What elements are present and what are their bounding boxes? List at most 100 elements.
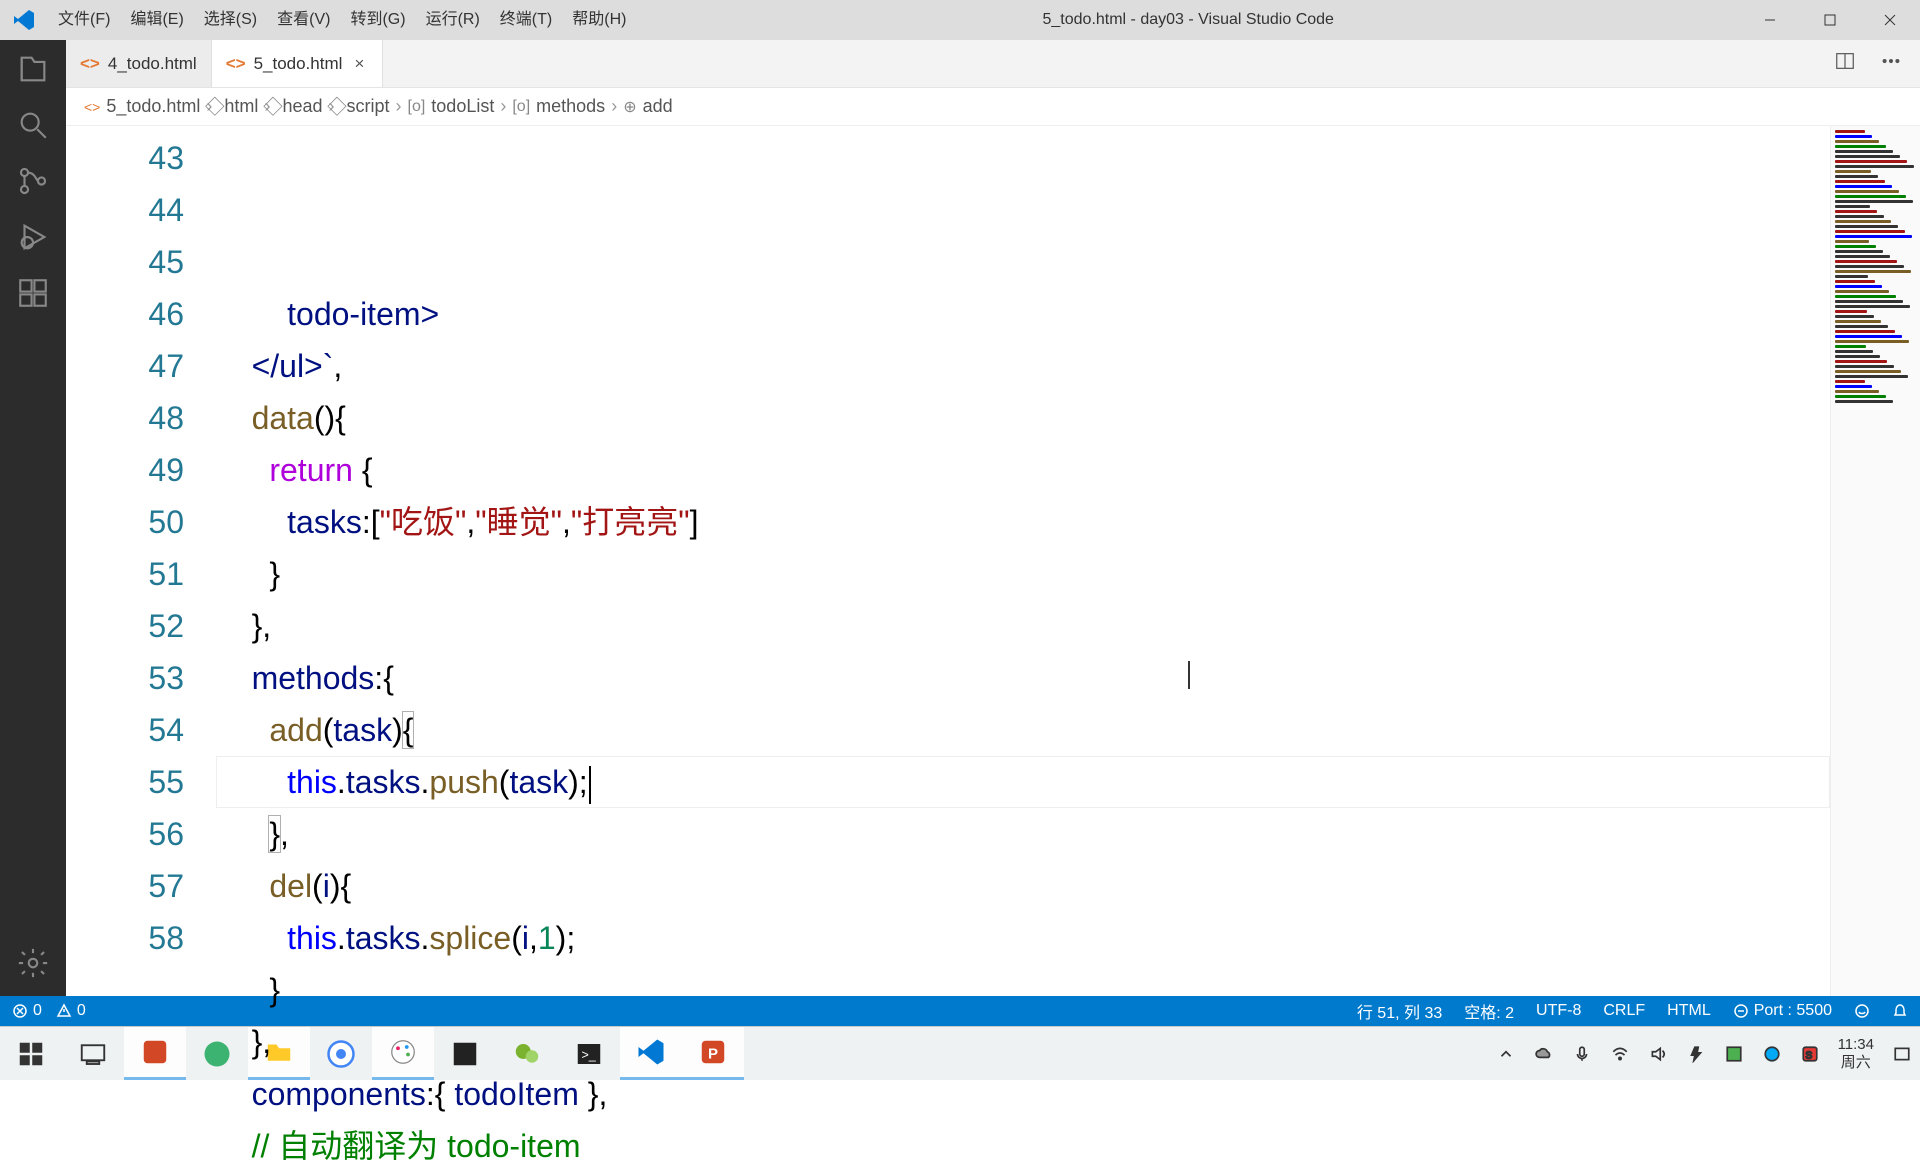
title-bar: 文件(F)编辑(E)选择(S)查看(V)转到(G)运行(R)终端(T)帮助(H)… [0, 0, 1920, 40]
secondary-caret-icon [1188, 661, 1190, 689]
menu-item[interactable]: 运行(R) [416, 0, 490, 40]
errors-value: 0 [33, 1002, 42, 1020]
clock-date: 周六 [1838, 1054, 1874, 1072]
code-line[interactable]: del(i){ [216, 860, 1830, 912]
breadcrumb-item[interactable]: html [224, 96, 258, 117]
menu-item[interactable]: 编辑(E) [120, 0, 193, 40]
start-button[interactable] [0, 1027, 62, 1080]
tray-notifications-icon[interactable] [1892, 1044, 1912, 1064]
chevron-right-icon: › [206, 96, 212, 117]
more-actions-icon[interactable] [1880, 50, 1902, 77]
breadcrumb-item[interactable]: head [282, 96, 322, 117]
minimize-button[interactable] [1740, 0, 1800, 40]
line-number: 46 [66, 288, 184, 340]
code-line[interactable]: return { [216, 444, 1830, 496]
code-line[interactable]: // 自动翻译为 todo-item [216, 1120, 1830, 1172]
code-line[interactable]: data(){ [216, 392, 1830, 444]
chevron-right-icon: › [264, 96, 270, 117]
vscode-logo-icon [0, 8, 48, 32]
line-number: 53 [66, 652, 184, 704]
code-line[interactable]: methods:{ [216, 652, 1830, 704]
html-file-icon: <> [80, 54, 100, 74]
code-line[interactable]: }, [216, 808, 1830, 860]
code-line[interactable]: components:{ todoItem }, [216, 1068, 1830, 1120]
variable-symbol-icon: [o] [408, 98, 426, 116]
errors-count[interactable]: 0 [12, 1002, 42, 1020]
clock-time: 11:34 [1838, 1036, 1874, 1054]
code-line[interactable]: }, [216, 600, 1830, 652]
line-number-gutter: 43444546474849505152535455565758 [66, 126, 216, 996]
code-line[interactable]: }, [216, 1016, 1830, 1068]
close-button[interactable] [1860, 0, 1920, 40]
line-number: 56 [66, 808, 184, 860]
tab-5_todo-html[interactable]: <> 5_todo.html × [212, 40, 384, 87]
menu-item[interactable]: 帮助(H) [562, 0, 636, 40]
code-editor[interactable]: 43444546474849505152535455565758 todo-it… [66, 126, 1920, 996]
code-area[interactable]: todo-item> </ul>`, data(){ return { task… [216, 126, 1830, 996]
chevron-right-icon: › [500, 96, 506, 117]
code-line[interactable]: this.tasks.push(task); [216, 756, 1830, 808]
code-line[interactable]: tasks:["吃饭","睡觉","打亮亮"] [216, 496, 1830, 548]
breadcrumb-item[interactable]: methods [536, 96, 605, 117]
line-number: 45 [66, 236, 184, 288]
code-line[interactable]: } [216, 964, 1830, 1016]
feedback-icon[interactable] [1854, 1003, 1870, 1019]
chevron-right-icon: › [396, 96, 402, 117]
close-icon[interactable]: × [350, 54, 368, 74]
breadcrumb-item[interactable]: add [643, 96, 673, 117]
menu-item[interactable]: 选择(S) [194, 0, 267, 40]
tab-label: 5_todo.html [254, 54, 343, 74]
html-file-icon: <> [84, 99, 100, 115]
html-file-icon: <> [226, 54, 246, 74]
menu-item[interactable]: 转到(G) [340, 0, 415, 40]
window-controls [1740, 0, 1920, 40]
line-number: 44 [66, 184, 184, 236]
line-number: 48 [66, 392, 184, 444]
extensions-icon[interactable] [16, 276, 50, 310]
line-number: 47 [66, 340, 184, 392]
line-number: 49 [66, 444, 184, 496]
line-number: 52 [66, 600, 184, 652]
maximize-button[interactable] [1800, 0, 1860, 40]
code-line[interactable]: this.tasks.splice(i,1); [216, 912, 1830, 964]
line-number: 54 [66, 704, 184, 756]
menu-bar: 文件(F)编辑(E)选择(S)查看(V)转到(G)运行(R)终端(T)帮助(H) [48, 0, 636, 40]
chevron-right-icon: › [611, 96, 617, 117]
code-line[interactable]: todo-item> [216, 288, 1830, 340]
text-cursor [589, 766, 591, 804]
minimap[interactable] [1830, 126, 1920, 996]
menu-item[interactable]: 终端(T) [490, 0, 562, 40]
settings-gear-icon[interactable] [16, 946, 50, 980]
breadcrumb-item[interactable]: 5_todo.html [106, 96, 200, 117]
source-control-icon[interactable] [16, 164, 50, 198]
code-line[interactable]: add(task){ [216, 704, 1830, 756]
run-debug-icon[interactable] [16, 220, 50, 254]
taskbar-clock[interactable]: 11:34 周六 [1838, 1036, 1874, 1072]
window-title: 5_todo.html - day03 - Visual Studio Code [636, 11, 1740, 29]
line-number: 55 [66, 756, 184, 808]
taskbar-app-camtasia[interactable] [124, 1027, 186, 1080]
variable-symbol-icon: [o] [512, 98, 530, 116]
breadcrumb[interactable]: <>5_todo.html›⃟html›⃟head›⃟script›[o]tod… [66, 88, 1920, 126]
method-symbol-icon: ⊕ [623, 97, 636, 117]
breadcrumb-item[interactable]: script [346, 96, 389, 117]
activity-bar [0, 40, 66, 996]
warnings-count[interactable]: 0 [56, 1002, 86, 1020]
tab-4_todo-html[interactable]: <> 4_todo.html [66, 40, 212, 87]
line-number: 57 [66, 860, 184, 912]
tabs-row: <> 4_todo.html <> 5_todo.html × [66, 40, 1920, 88]
warnings-value: 0 [77, 1002, 86, 1020]
menu-item[interactable]: 查看(V) [267, 0, 340, 40]
search-icon[interactable] [16, 108, 50, 142]
code-line[interactable]: </ul>`, [216, 340, 1830, 392]
menu-item[interactable]: 文件(F) [48, 0, 120, 40]
code-line[interactable]: } [216, 548, 1830, 600]
chevron-right-icon: › [328, 96, 334, 117]
split-editor-icon[interactable] [1834, 50, 1856, 77]
notifications-icon[interactable] [1892, 1003, 1908, 1019]
explorer-icon[interactable] [16, 52, 50, 86]
task-view-icon[interactable] [62, 1027, 124, 1080]
breadcrumb-item[interactable]: todoList [431, 96, 494, 117]
tab-label: 4_todo.html [108, 54, 197, 74]
line-number: 50 [66, 496, 184, 548]
